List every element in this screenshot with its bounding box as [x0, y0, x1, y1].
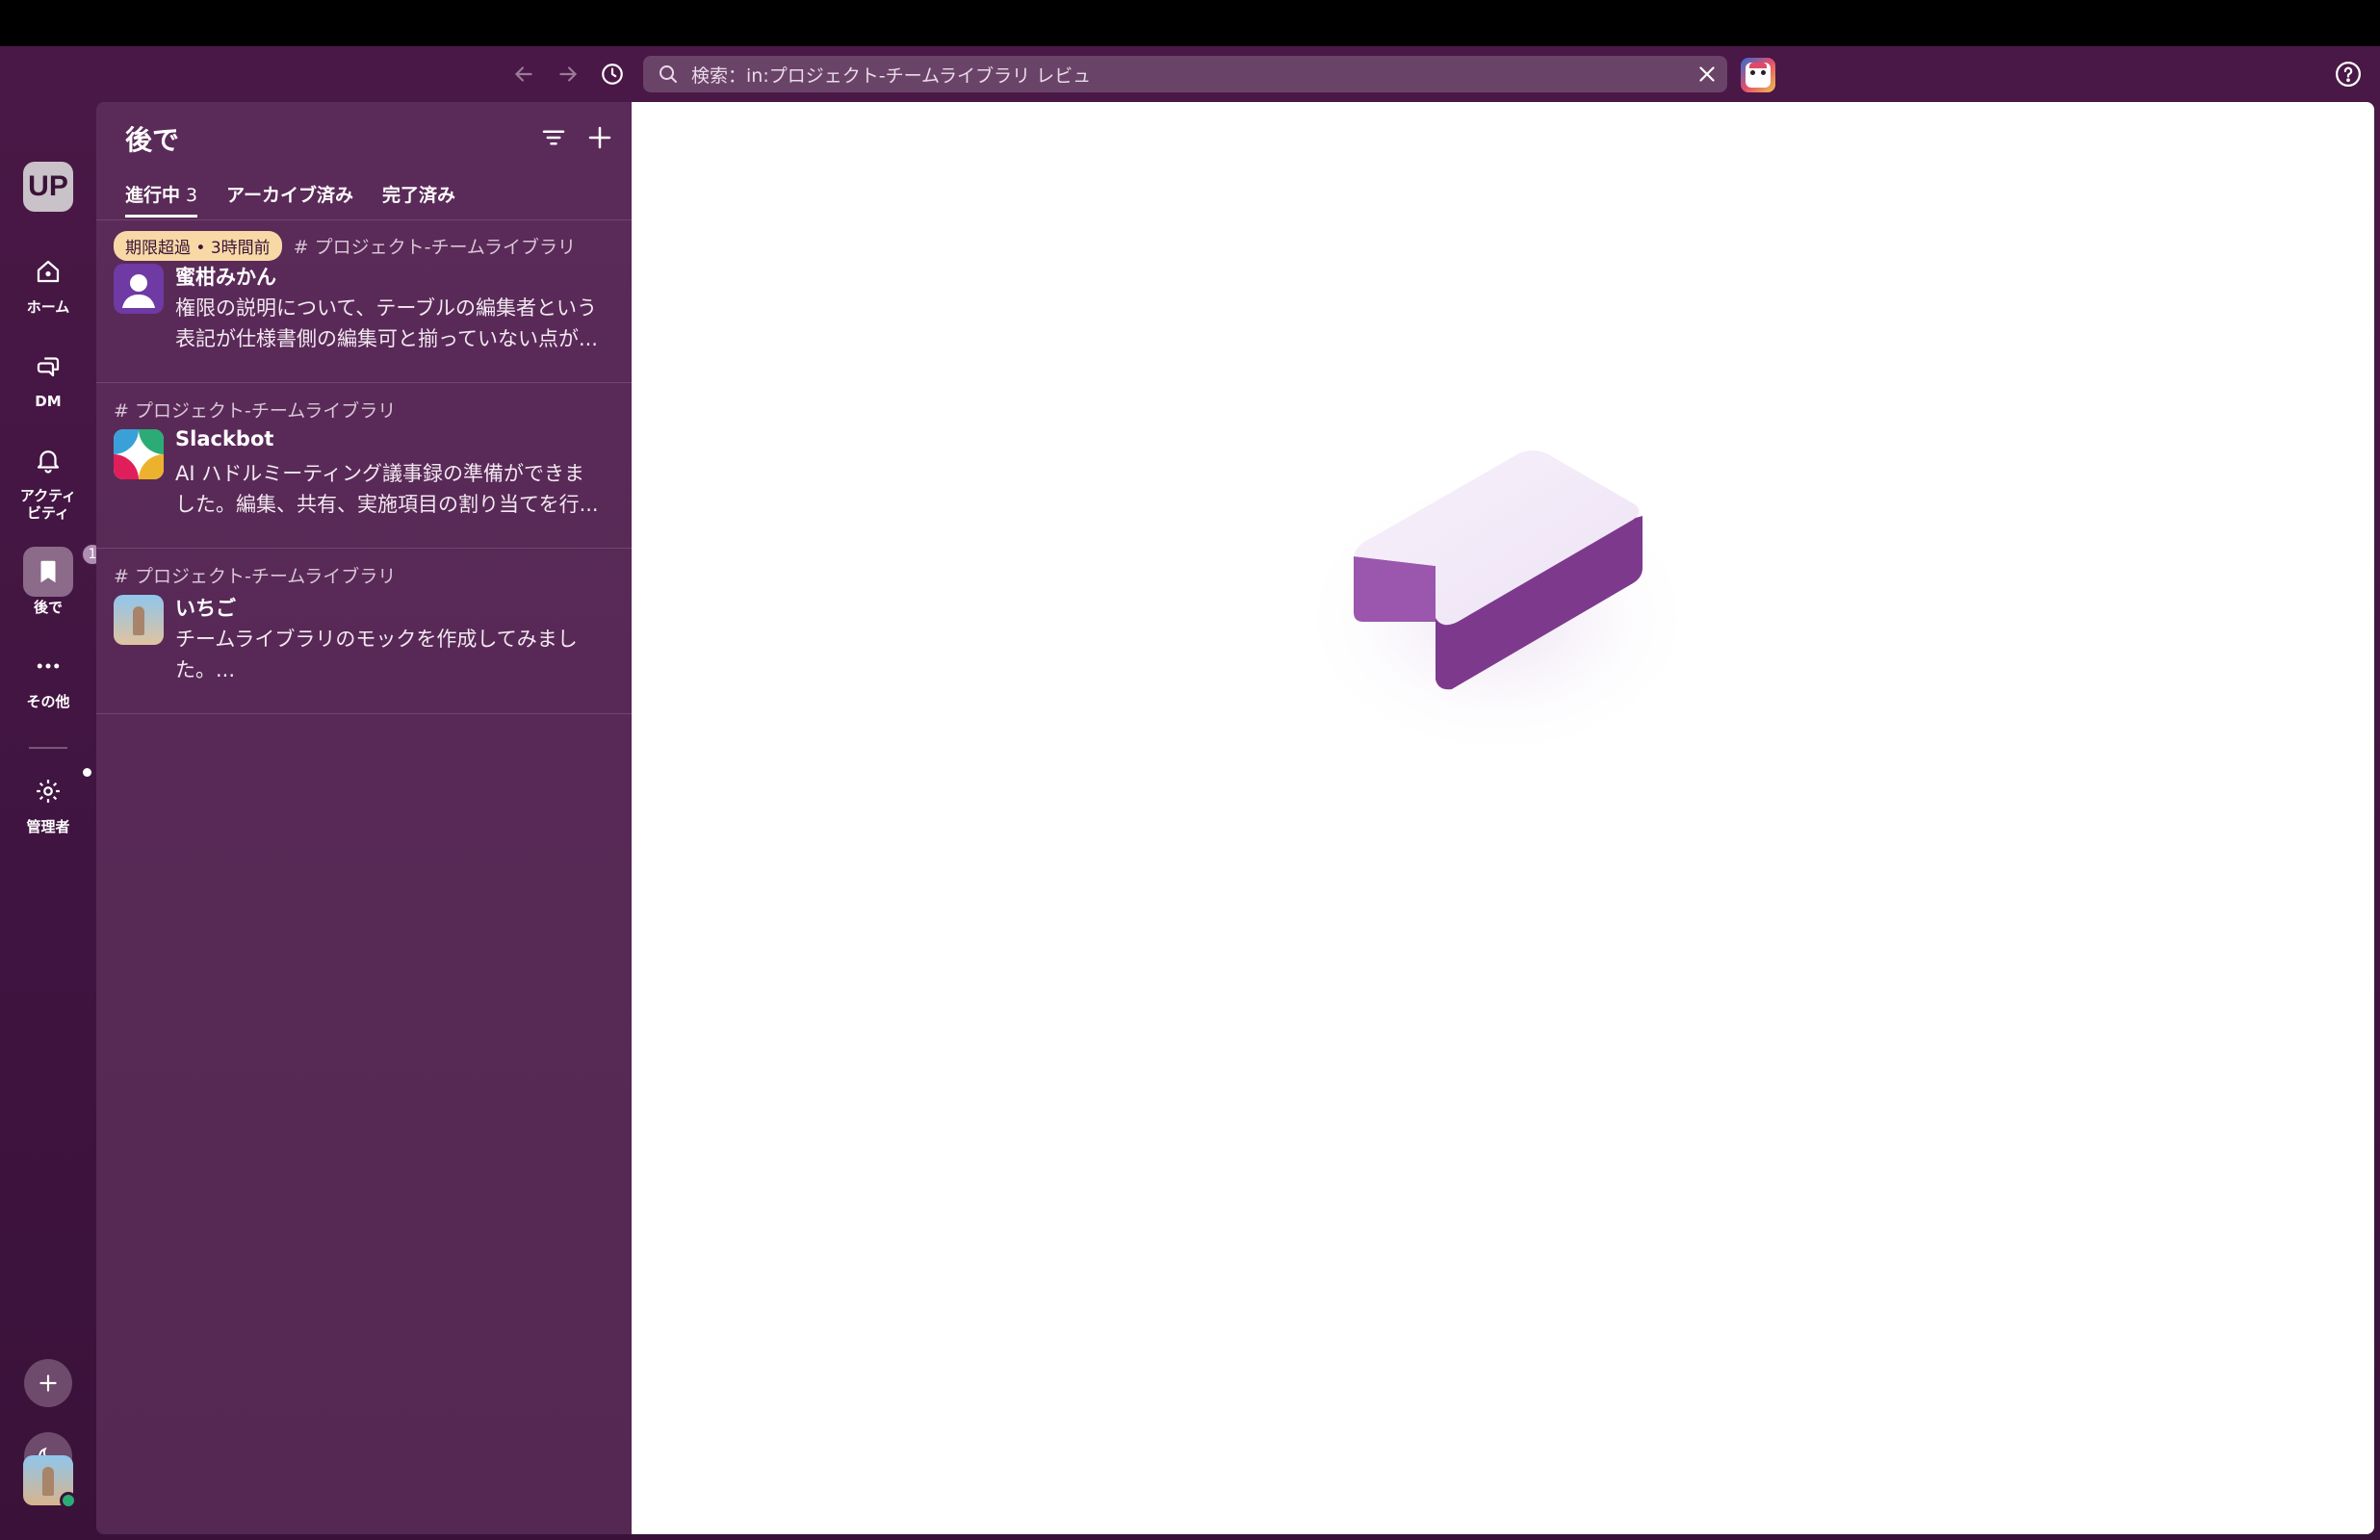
workspace-icon[interactable]: UP	[23, 162, 73, 212]
toolbar: 検索：in:プロジェクト-チームライブラリ レビュ	[0, 46, 2380, 102]
later-item[interactable]: 期限超過 • 3時間前 # プロジェクト-チームライブラリ 蜜柑みかん 権限の説…	[96, 221, 632, 383]
rail-label-later: 後で	[33, 599, 63, 616]
overdue-badge: 期限超過 • 3時間前	[114, 231, 282, 261]
rail-label-dm: DM	[35, 393, 62, 410]
later-item[interactable]: # プロジェクト-チームライブラリ いちご チームライブラリのモックを作成してみ…	[96, 549, 632, 714]
left-rail: UP ホーム DM アクティ ビティ 1 後で その他 管理者	[0, 102, 104, 1540]
later-item[interactable]: # プロジェクト-チームライブラリ Slackbot AI ハドルミーティング議…	[96, 383, 632, 549]
slack-app: 検索：in:プロジェクト-チームライブラリ レビュ UP ホーム DM アクティ…	[0, 46, 2380, 1540]
rail-item-admin[interactable]: 管理者	[0, 766, 96, 835]
window-top-bar	[0, 0, 2380, 46]
rail-label-more: その他	[26, 693, 70, 710]
item-meta: # プロジェクト-チームライブラリ	[114, 397, 396, 423]
rail-label-admin: 管理者	[26, 818, 70, 835]
search-bar[interactable]: 検索：in:プロジェクト-チームライブラリ レビュ	[643, 56, 1727, 92]
forward-arrow-icon[interactable]	[552, 58, 584, 90]
later-panel: 後で 進行中 3 アーカイブ済み 完了済み 期限超過 • 3時間前 # プロジェク…	[96, 102, 632, 1534]
search-query-text: 検索：in:プロジェクト-チームライブラリ レビュ	[691, 64, 1092, 87]
tab-in-progress-count: 3	[186, 185, 198, 206]
tab-archived[interactable]: アーカイブ済み	[226, 181, 353, 218]
tab-in-progress[interactable]: 進行中 3	[125, 181, 198, 218]
avatar	[114, 595, 164, 645]
home-icon	[37, 260, 60, 283]
person-icon	[122, 274, 155, 308]
search-icon	[660, 65, 677, 83]
gear-icon	[37, 780, 60, 803]
rail-label-activity-2: ビティ	[26, 504, 70, 522]
bookmark-icon	[40, 560, 56, 583]
rail-label-home: ホーム	[26, 298, 70, 316]
bell-icon	[37, 450, 60, 474]
rail-item-home[interactable]: ホーム	[0, 246, 96, 316]
channel-name: # プロジェクト-チームライブラリ	[293, 237, 576, 258]
more-dots-icon	[37, 663, 60, 669]
avatar	[114, 264, 164, 314]
message-preview: チームライブラリのモックを作成してみまし た。...	[175, 628, 578, 681]
main-content	[632, 102, 2374, 1534]
ai-assistant-button[interactable]	[1741, 58, 1775, 92]
tabs-divider	[96, 219, 632, 220]
channel-name: # プロジェクト-チームライブラリ	[114, 566, 397, 587]
history-clock-icon[interactable]	[596, 58, 629, 90]
rail-divider	[29, 747, 67, 749]
item-meta: # プロジェクト-チームライブラリ	[114, 562, 396, 588]
help-icon[interactable]	[2334, 60, 2363, 89]
item-meta: 期限超過 • 3時間前 # プロジェクト-チームライブラリ	[114, 231, 576, 261]
plus-icon	[39, 1374, 57, 1392]
presence-status-icon	[60, 1492, 77, 1509]
admin-notification-dot	[83, 768, 91, 777]
ai-assistant-icon	[1746, 63, 1771, 88]
filter-icon[interactable]	[539, 123, 568, 152]
later-tabs: 進行中 3 アーカイブ済み 完了済み	[125, 181, 455, 218]
rail-item-more[interactable]: その他	[0, 641, 96, 710]
sender-name: 蜜柑みかん	[175, 266, 276, 289]
clear-search-icon[interactable]	[1694, 62, 1720, 87]
panel-title: 後で	[125, 124, 180, 156]
rail-label-activity-1: アクティ	[19, 487, 77, 504]
tab-completed[interactable]: 完了済み	[382, 181, 455, 218]
add-button[interactable]	[24, 1359, 72, 1407]
channel-name: # プロジェクト-チームライブラリ	[114, 400, 397, 422]
slackbot-icon	[114, 429, 164, 479]
message-preview: AI ハドルミーティング議事録の準備ができま した。編集、共有、実施項目の割り当…	[175, 462, 599, 516]
add-reminder-icon[interactable]	[585, 123, 614, 152]
rail-item-activity[interactable]: アクティ ビティ	[0, 435, 96, 522]
dm-icon	[37, 357, 60, 377]
back-arrow-icon[interactable]	[507, 58, 540, 90]
rail-item-dm[interactable]: DM	[0, 341, 96, 410]
sender-name: Slackbot	[175, 427, 274, 450]
rail-item-later[interactable]: 1 後で	[0, 543, 104, 616]
sender-name: いちご	[175, 597, 236, 620]
slackbot-avatar	[114, 429, 164, 479]
bookmark-illustration-icon	[1296, 450, 1700, 747]
message-preview: 権限の説明について、テーブルの編集者という 表記が仕様書側の編集可と揃っていない…	[175, 296, 598, 350]
